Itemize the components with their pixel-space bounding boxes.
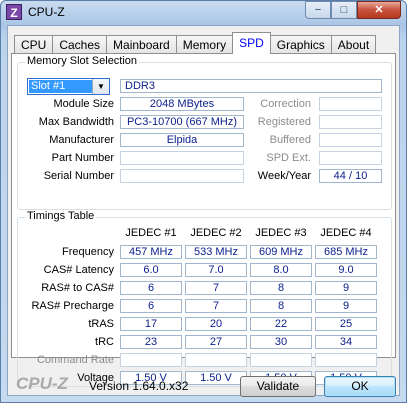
chevron-down-icon[interactable]: ▼ [92,79,109,94]
timing-value-ras-to-cas-jedec-4: 9 [315,281,377,295]
timing-value-frequency-jedec-2: 533 MHz [185,245,247,259]
timing-value-command-rate-jedec-4 [315,353,377,367]
timing-label-tras: tRAS [88,318,114,330]
timing-value-command-rate-jedec-2 [185,353,247,367]
timing-label-ras-precharge: RAS# Precharge [31,300,114,312]
timing-value-ras-to-cas-jedec-1: 6 [120,281,182,295]
memory-slot-legend: Memory Slot Selection [25,55,140,67]
timing-value-command-rate-jedec-1 [120,353,182,367]
timing-value-frequency-jedec-3: 609 MHz [250,245,312,259]
timing-value-cas-latency-jedec-3: 8.0 [250,263,312,277]
memory-slot-group: Memory Slot Selection Slot #1 ▼ DDR3 Mod… [17,55,392,210]
timing-value-tras-jedec-4: 25 [315,317,377,331]
ok-button[interactable]: OK [324,376,396,397]
tab-spd[interactable]: SPD [232,32,271,54]
week-year-value: 44 / 10 [319,169,382,183]
registered-label: Registered [257,116,311,128]
tab-bar: CPU Caches Mainboard Memory SPD Graphics… [14,32,377,54]
timing-value-ras-to-cas-jedec-3: 8 [250,281,312,295]
close-button[interactable]: ✕ [357,1,401,19]
tab-caches[interactable]: Caches [52,35,108,54]
tab-memory[interactable]: Memory [175,35,234,54]
registered-value [319,115,382,129]
window-title: CPU-Z [28,5,65,19]
timing-value-ras-precharge-jedec-3: 8 [250,299,312,313]
buffered-value [319,133,382,147]
correction-value [319,97,382,111]
client-area: CPU Caches Mainboard Memory SPD Graphics… [7,25,400,397]
manufacturer-label: Manufacturer [49,134,114,146]
timing-label-frequency: Frequency [62,246,114,258]
timing-value-cas-latency-jedec-1: 6.0 [120,263,182,277]
cpuz-app-icon: Z [6,4,22,20]
timing-value-trc-jedec-3: 30 [250,335,312,349]
timing-label-ras-to-cas: RAS# to CAS# [41,282,114,294]
title-bar[interactable]: Z CPU-Z − □ ✕ [1,1,406,25]
tab-cpu[interactable]: CPU [14,35,54,54]
timing-value-trc-jedec-1: 23 [120,335,182,349]
serial-number-value [120,169,244,183]
tab-graphics[interactable]: Graphics [269,35,332,54]
cpuz-logo: CPU-Z [16,374,68,393]
spd-ext-value [319,151,382,165]
week-year-label: Week/Year [257,170,311,182]
timing-value-ras-precharge-jedec-4: 9 [315,299,377,313]
column-header-jedec-4: JEDEC #4 [320,227,372,239]
timing-value-ras-precharge-jedec-2: 7 [185,299,247,313]
timing-value-frequency-jedec-1: 457 MHz [120,245,182,259]
tab-about[interactable]: About [330,35,377,54]
validate-button[interactable]: Validate [240,376,316,397]
slot-selected-value: Slot #1 [29,80,92,93]
timing-value-cas-latency-jedec-4: 9.0 [315,263,377,277]
module-size-value: 2048 MBytes [120,97,244,111]
timing-value-tras-jedec-2: 20 [185,317,247,331]
max-bandwidth-value: PC3-10700 (667 MHz) [120,115,244,129]
column-header-jedec-3: JEDEC #3 [255,227,307,239]
max-bandwidth-label: Max Bandwidth [38,116,114,128]
version-label: Version 1.64.0.x32 [89,379,189,393]
memory-type-field: DDR3 [120,79,382,93]
timing-value-frequency-jedec-4: 685 MHz [315,245,377,259]
timings-legend: Timings Table [25,210,97,222]
correction-label: Correction [260,98,311,110]
part-number-value [120,151,244,165]
column-header-jedec-2: JEDEC #2 [190,227,242,239]
timing-value-trc-jedec-2: 27 [185,335,247,349]
timing-value-voltage-jedec-2: 1.50 V [185,371,247,385]
tab-mainboard[interactable]: Mainboard [106,35,177,54]
slot-select[interactable]: Slot #1 ▼ [27,78,110,95]
minimize-button[interactable]: − [305,1,331,19]
timing-label-cas-latency: CAS# Latency [43,264,114,276]
timing-value-cas-latency-jedec-2: 7.0 [185,263,247,277]
timing-value-command-rate-jedec-3 [250,353,312,367]
timings-group: Timings Table JEDEC #1 JEDEC #2 JEDEC #3… [17,210,392,387]
module-size-label: Module Size [53,98,114,110]
timing-label-command-rate: Command Rate [36,354,114,366]
timing-value-ras-to-cas-jedec-2: 7 [185,281,247,295]
timing-value-trc-jedec-4: 34 [315,335,377,349]
maximize-button[interactable]: □ [331,1,357,19]
cpuz-window: Z CPU-Z − □ ✕ CPU Caches Mainboard Memor… [0,0,407,403]
buffered-label: Buffered [269,134,311,146]
part-number-label: Part Number [51,152,114,164]
spd-ext-label: SPD Ext. [266,152,311,164]
spd-panel: Memory Slot Selection Slot #1 ▼ DDR3 Mod… [11,53,396,387]
timing-value-tras-jedec-3: 22 [250,317,312,331]
timing-value-tras-jedec-1: 17 [120,317,182,331]
timing-value-ras-precharge-jedec-1: 6 [120,299,182,313]
column-header-jedec-1: JEDEC #1 [125,227,177,239]
timing-label-trc: tRC [95,336,114,348]
serial-number-label: Serial Number [43,170,114,182]
manufacturer-value: Elpida [120,133,244,147]
window-controls: − □ ✕ [305,1,401,20]
